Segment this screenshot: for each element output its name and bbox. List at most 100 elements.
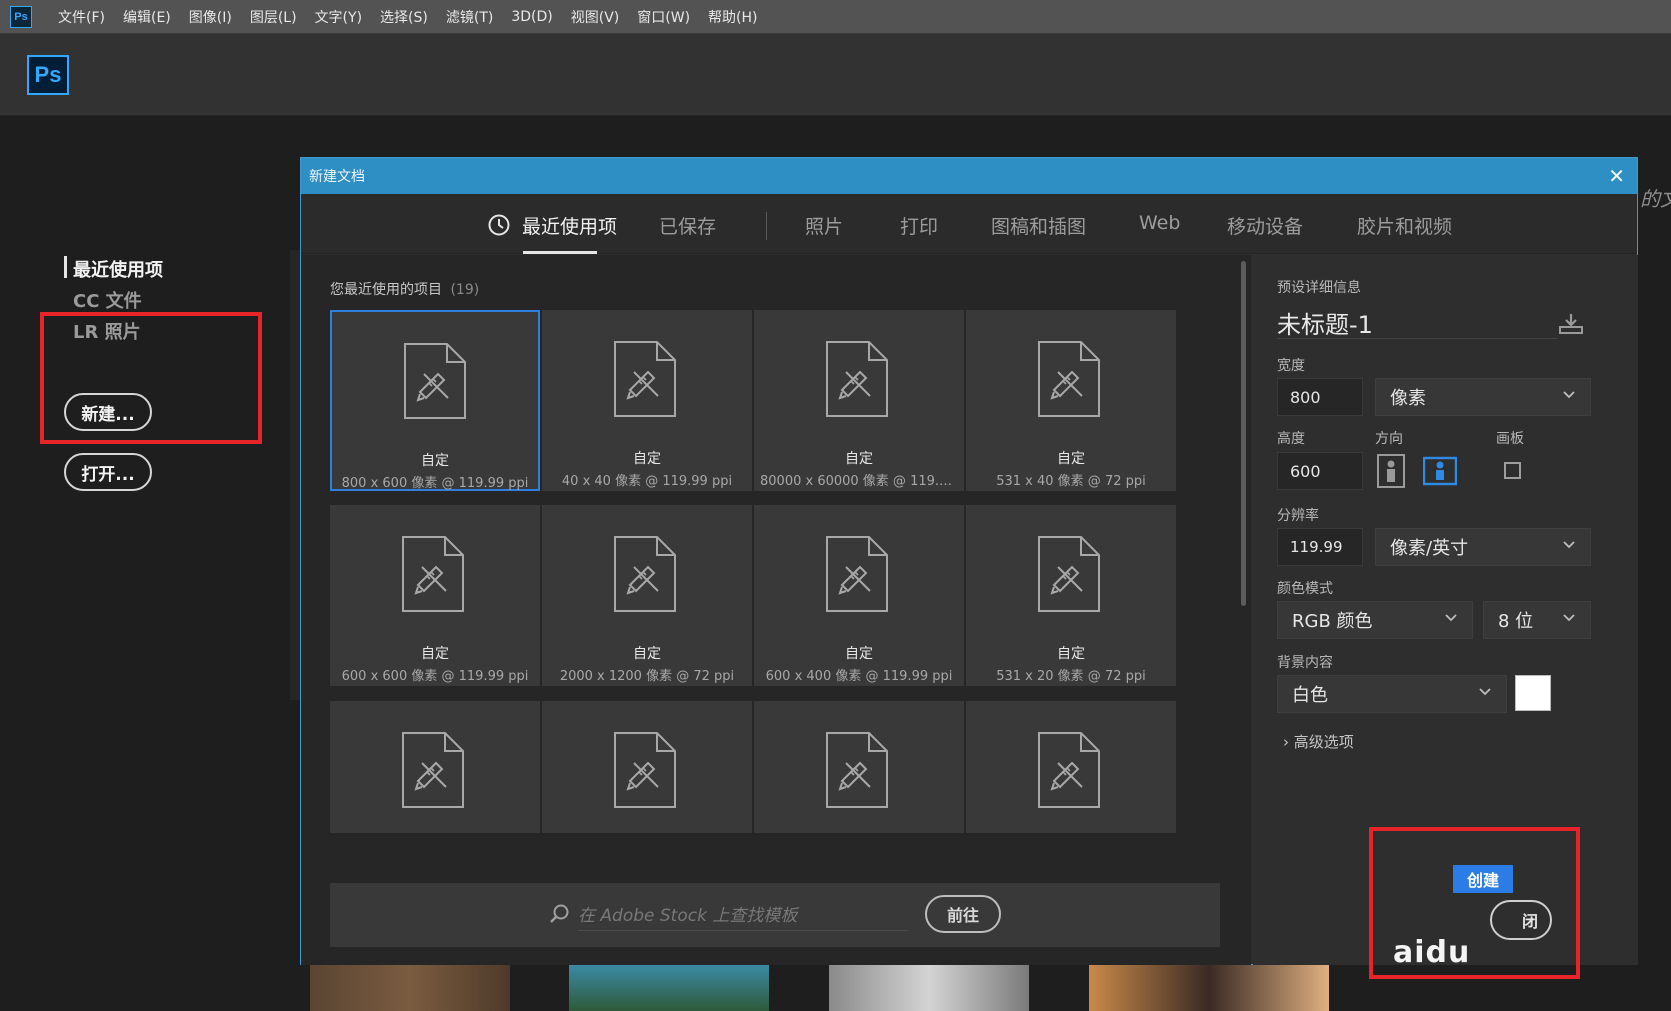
background-select[interactable]: 白色 <box>1277 675 1507 713</box>
preset-tile[interactable]: 自定 800 x 600 像素 @ 119.99 ppi <box>330 310 540 491</box>
grid-scrollbar[interactable] <box>1241 261 1246 606</box>
chevron-down-icon <box>1563 541 1575 549</box>
chevron-down-icon <box>1563 614 1575 622</box>
document-preset-icon <box>402 536 464 612</box>
menu-select[interactable]: 选择(S) <box>380 7 428 27</box>
recent-items-title: 您最近使用的项目 <box>330 282 442 298</box>
height-label: 高度 <box>1277 431 1305 447</box>
open-button[interactable]: 打开... <box>64 453 152 491</box>
artboard-label: 画板 <box>1496 431 1524 447</box>
document-preset-icon <box>826 732 888 808</box>
document-preset-icon <box>614 341 676 417</box>
width-input[interactable]: 800 <box>1277 378 1363 416</box>
chevron-down-icon <box>1479 688 1491 696</box>
menu-view[interactable]: 视图(V) <box>571 7 620 27</box>
document-preset-icon <box>404 343 466 419</box>
dialog-title: 新建文档 <box>309 169 365 185</box>
tab-mobile[interactable]: 移动设备 <box>1227 212 1303 239</box>
tab-recent[interactable]: 最近使用项 <box>522 212 617 239</box>
dialog-titlebar: 新建文档 ✕ <box>301 158 1637 194</box>
background-value: 白色 <box>1292 685 1328 706</box>
orientation-label: 方向 <box>1375 431 1403 447</box>
preset-dimensions: 531 x 20 像素 @ 72 ppi <box>996 669 1146 684</box>
preset-tile[interactable] <box>542 701 752 833</box>
preset-name: 自定 <box>421 453 449 469</box>
color-mode-select[interactable]: RGB 颜色 <box>1277 601 1473 639</box>
preset-tile[interactable]: 自定 40 x 40 像素 @ 119.99 ppi <box>542 310 752 491</box>
menu-file[interactable]: 文件(F) <box>58 7 105 27</box>
recent-items-header: 您最近使用的项目 (19) <box>330 279 479 299</box>
preset-name: 自定 <box>845 646 873 662</box>
save-preset-icon[interactable] <box>1557 312 1585 336</box>
tab-saved[interactable]: 已保存 <box>659 212 716 239</box>
preset-tile[interactable]: 自定 600 x 600 像素 @ 119.99 ppi <box>330 505 540 686</box>
height-input[interactable]: 600 <box>1277 452 1363 490</box>
document-preset-icon <box>1038 732 1100 808</box>
preset-name: 自定 <box>1057 646 1085 662</box>
bit-depth-value: 8 位 <box>1498 611 1534 632</box>
preset-tile[interactable] <box>966 701 1176 833</box>
menu-3d[interactable]: 3D(D) <box>511 9 552 25</box>
preset-name: 自定 <box>421 646 449 662</box>
tab-print[interactable]: 打印 <box>900 212 938 239</box>
document-preset-icon <box>826 536 888 612</box>
highlight-box-create <box>1369 827 1580 979</box>
menu-layer[interactable]: 图层(L) <box>250 7 297 27</box>
nav-recent[interactable]: 最近使用项 <box>73 256 163 282</box>
resolution-label: 分辨率 <box>1277 508 1319 524</box>
preset-dimensions: 600 x 400 像素 @ 119.99 ppi <box>765 669 953 684</box>
thumbnail-portrait <box>1089 960 1329 1011</box>
document-preset-icon <box>826 341 888 417</box>
chevron-down-icon <box>1445 614 1457 622</box>
preset-dimensions: 600 x 600 像素 @ 119.99 ppi <box>341 669 529 684</box>
menu-window[interactable]: 窗口(W) <box>637 7 690 27</box>
preset-tile[interactable]: 自定 531 x 20 像素 @ 72 ppi <box>966 505 1176 686</box>
preset-tile[interactable] <box>754 701 964 833</box>
search-icon <box>550 904 569 923</box>
preset-tile[interactable]: 自定 2000 x 1200 像素 @ 72 ppi <box>542 505 752 686</box>
resolution-unit-select[interactable]: 像素/英寸 <box>1375 528 1591 566</box>
preset-tile[interactable]: 自定 600 x 400 像素 @ 119.99 ppi <box>754 505 964 686</box>
tab-film-video[interactable]: 胶片和视频 <box>1357 212 1452 239</box>
thumbnail-landscape <box>569 960 769 1011</box>
landscape-orientation-icon[interactable] <box>1423 454 1457 488</box>
tab-web[interactable]: Web <box>1139 212 1180 234</box>
preset-tile[interactable] <box>330 701 540 833</box>
color-mode-value: RGB 颜色 <box>1292 611 1373 632</box>
thumbnail-fabric <box>829 960 1029 1011</box>
preset-dimensions: 531 x 40 像素 @ 72 ppi <box>996 474 1146 489</box>
width-unit-select[interactable]: 像素 <box>1375 378 1591 416</box>
menu-edit[interactable]: 编辑(E) <box>123 7 171 27</box>
preset-tile[interactable]: 自定 80000 x 60000 像素 @ 119.9... <box>754 310 964 491</box>
tab-photo[interactable]: 照片 <box>805 212 843 239</box>
preset-dimensions: 2000 x 1200 像素 @ 72 ppi <box>559 669 735 684</box>
preset-dimensions: 80000 x 60000 像素 @ 119.9... <box>760 474 960 489</box>
options-bar: Ps <box>0 34 1671 116</box>
advanced-options-toggle[interactable]: › 高级选项 <box>1283 731 1354 752</box>
color-mode-label: 颜色模式 <box>1277 581 1333 597</box>
ps-app-icon: Ps <box>10 5 32 28</box>
background-color-swatch[interactable] <box>1515 675 1551 711</box>
document-preset-icon <box>1038 536 1100 612</box>
preset-details-title: 预设详细信息 <box>1277 280 1361 296</box>
menu-help[interactable]: 帮助(H) <box>708 7 757 27</box>
stock-search-input[interactable] <box>578 901 908 931</box>
preset-name: 自定 <box>845 451 873 467</box>
bit-depth-select[interactable]: 8 位 <box>1483 601 1591 639</box>
menu-image[interactable]: 图像(I) <box>189 7 232 27</box>
menu-filter[interactable]: 滤镜(T) <box>446 7 493 27</box>
portrait-orientation-icon[interactable] <box>1377 454 1405 488</box>
resolution-input[interactable]: 119.99 <box>1277 528 1363 566</box>
artboard-checkbox[interactable] <box>1504 462 1521 479</box>
preset-name: 自定 <box>633 451 661 467</box>
preset-dimensions: 40 x 40 像素 @ 119.99 ppi <box>561 474 733 489</box>
goto-button[interactable]: 前往 <box>925 895 1001 933</box>
tab-art-illustration[interactable]: 图稿和插图 <box>991 212 1086 239</box>
document-name-field[interactable]: 未标题-1 <box>1277 305 1557 339</box>
menu-type[interactable]: 文字(Y) <box>315 7 362 27</box>
nav-cc-files[interactable]: CC 文件 <box>73 287 142 313</box>
dialog-close-icon[interactable]: ✕ <box>1608 164 1625 188</box>
preset-name: 自定 <box>1057 451 1085 467</box>
preset-tile[interactable]: 自定 531 x 40 像素 @ 72 ppi <box>966 310 1176 491</box>
recent-items-count: (19) <box>450 282 480 298</box>
